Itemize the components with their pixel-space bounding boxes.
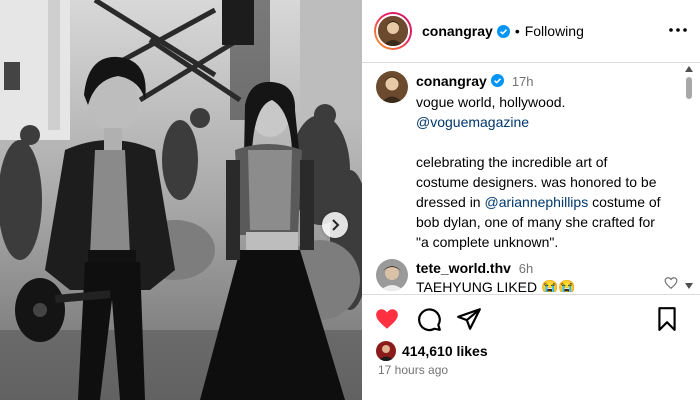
actions-divider xyxy=(362,294,700,295)
post-header: conangray • Following xyxy=(362,0,700,62)
author-username[interactable]: conangray xyxy=(422,23,493,39)
chevron-right-icon xyxy=(332,219,340,231)
post-photo xyxy=(0,0,362,400)
bookmark-icon[interactable] xyxy=(654,306,680,332)
commenter-avatar-image xyxy=(376,259,408,291)
likes-count[interactable]: 414,610 likes xyxy=(402,343,488,359)
comment-text: TAEHYUNG LIKED 😭😭 xyxy=(416,279,576,292)
mention-link[interactable]: @ariannephillips xyxy=(484,194,588,210)
send-icon[interactable] xyxy=(456,306,482,332)
caption-avatar[interactable] xyxy=(376,71,408,103)
scroll-down-arrow-icon[interactable] xyxy=(684,282,694,290)
next-photo-button[interactable] xyxy=(322,212,348,238)
post-sidebar: conangray • Following conangray 17h vogu… xyxy=(362,0,700,400)
author-avatar[interactable] xyxy=(374,12,412,50)
comment-time[interactable]: 6h xyxy=(519,261,533,276)
more-options-button[interactable] xyxy=(668,20,688,40)
heart-filled-icon[interactable] xyxy=(374,306,400,332)
caption-line: "a complete unknown". xyxy=(416,234,559,250)
more-horizontal-icon xyxy=(669,28,687,32)
comment-body: tete_world.thv 6h TAEHYUNG LIKED 😭😭 xyxy=(416,259,656,292)
caption-line: costume designers. was honored to be xyxy=(416,174,657,190)
action-bar xyxy=(362,302,700,338)
caption-line: vogue world, hollywood. xyxy=(416,94,566,110)
following-button[interactable]: Following xyxy=(525,23,584,39)
caption-text: dressed in xyxy=(416,194,485,210)
comments-scrollbar[interactable] xyxy=(684,63,694,292)
verified-badge-icon xyxy=(496,24,510,38)
caption-avatar-image xyxy=(376,71,408,103)
commenter-avatar[interactable] xyxy=(376,259,408,291)
likes-row[interactable]: 414,610 likes xyxy=(376,340,488,362)
commenter-username[interactable]: tete_world.thv xyxy=(416,260,511,276)
scroll-thumb[interactable] xyxy=(686,77,692,99)
liker-avatar-image xyxy=(376,341,396,361)
caption: conangray 17h vogue world, hollywood. @vo… xyxy=(416,71,684,252)
author-avatar-image xyxy=(378,16,408,46)
mention-link[interactable]: @voguemagazine xyxy=(416,112,684,132)
caption-text: costume of xyxy=(588,194,661,210)
verified-badge-icon xyxy=(490,74,504,87)
caption-line: bob dylan, one of many she crafted for xyxy=(416,214,655,230)
comments-section: conangray 17h vogue world, hollywood. @vo… xyxy=(362,63,700,292)
heart-outline-icon[interactable] xyxy=(664,276,678,290)
scroll-up-arrow-icon[interactable] xyxy=(684,65,694,73)
liker-avatar xyxy=(376,341,396,361)
header-separator: • xyxy=(514,23,520,39)
post-timestamp[interactable]: 17 hours ago xyxy=(378,363,448,377)
caption-line: celebrating the incredible art of xyxy=(416,154,608,170)
post-photo-image xyxy=(0,0,362,400)
caption-time[interactable]: 17h xyxy=(512,74,534,89)
caption-username[interactable]: conangray xyxy=(416,73,487,89)
comment-icon[interactable] xyxy=(416,306,442,332)
